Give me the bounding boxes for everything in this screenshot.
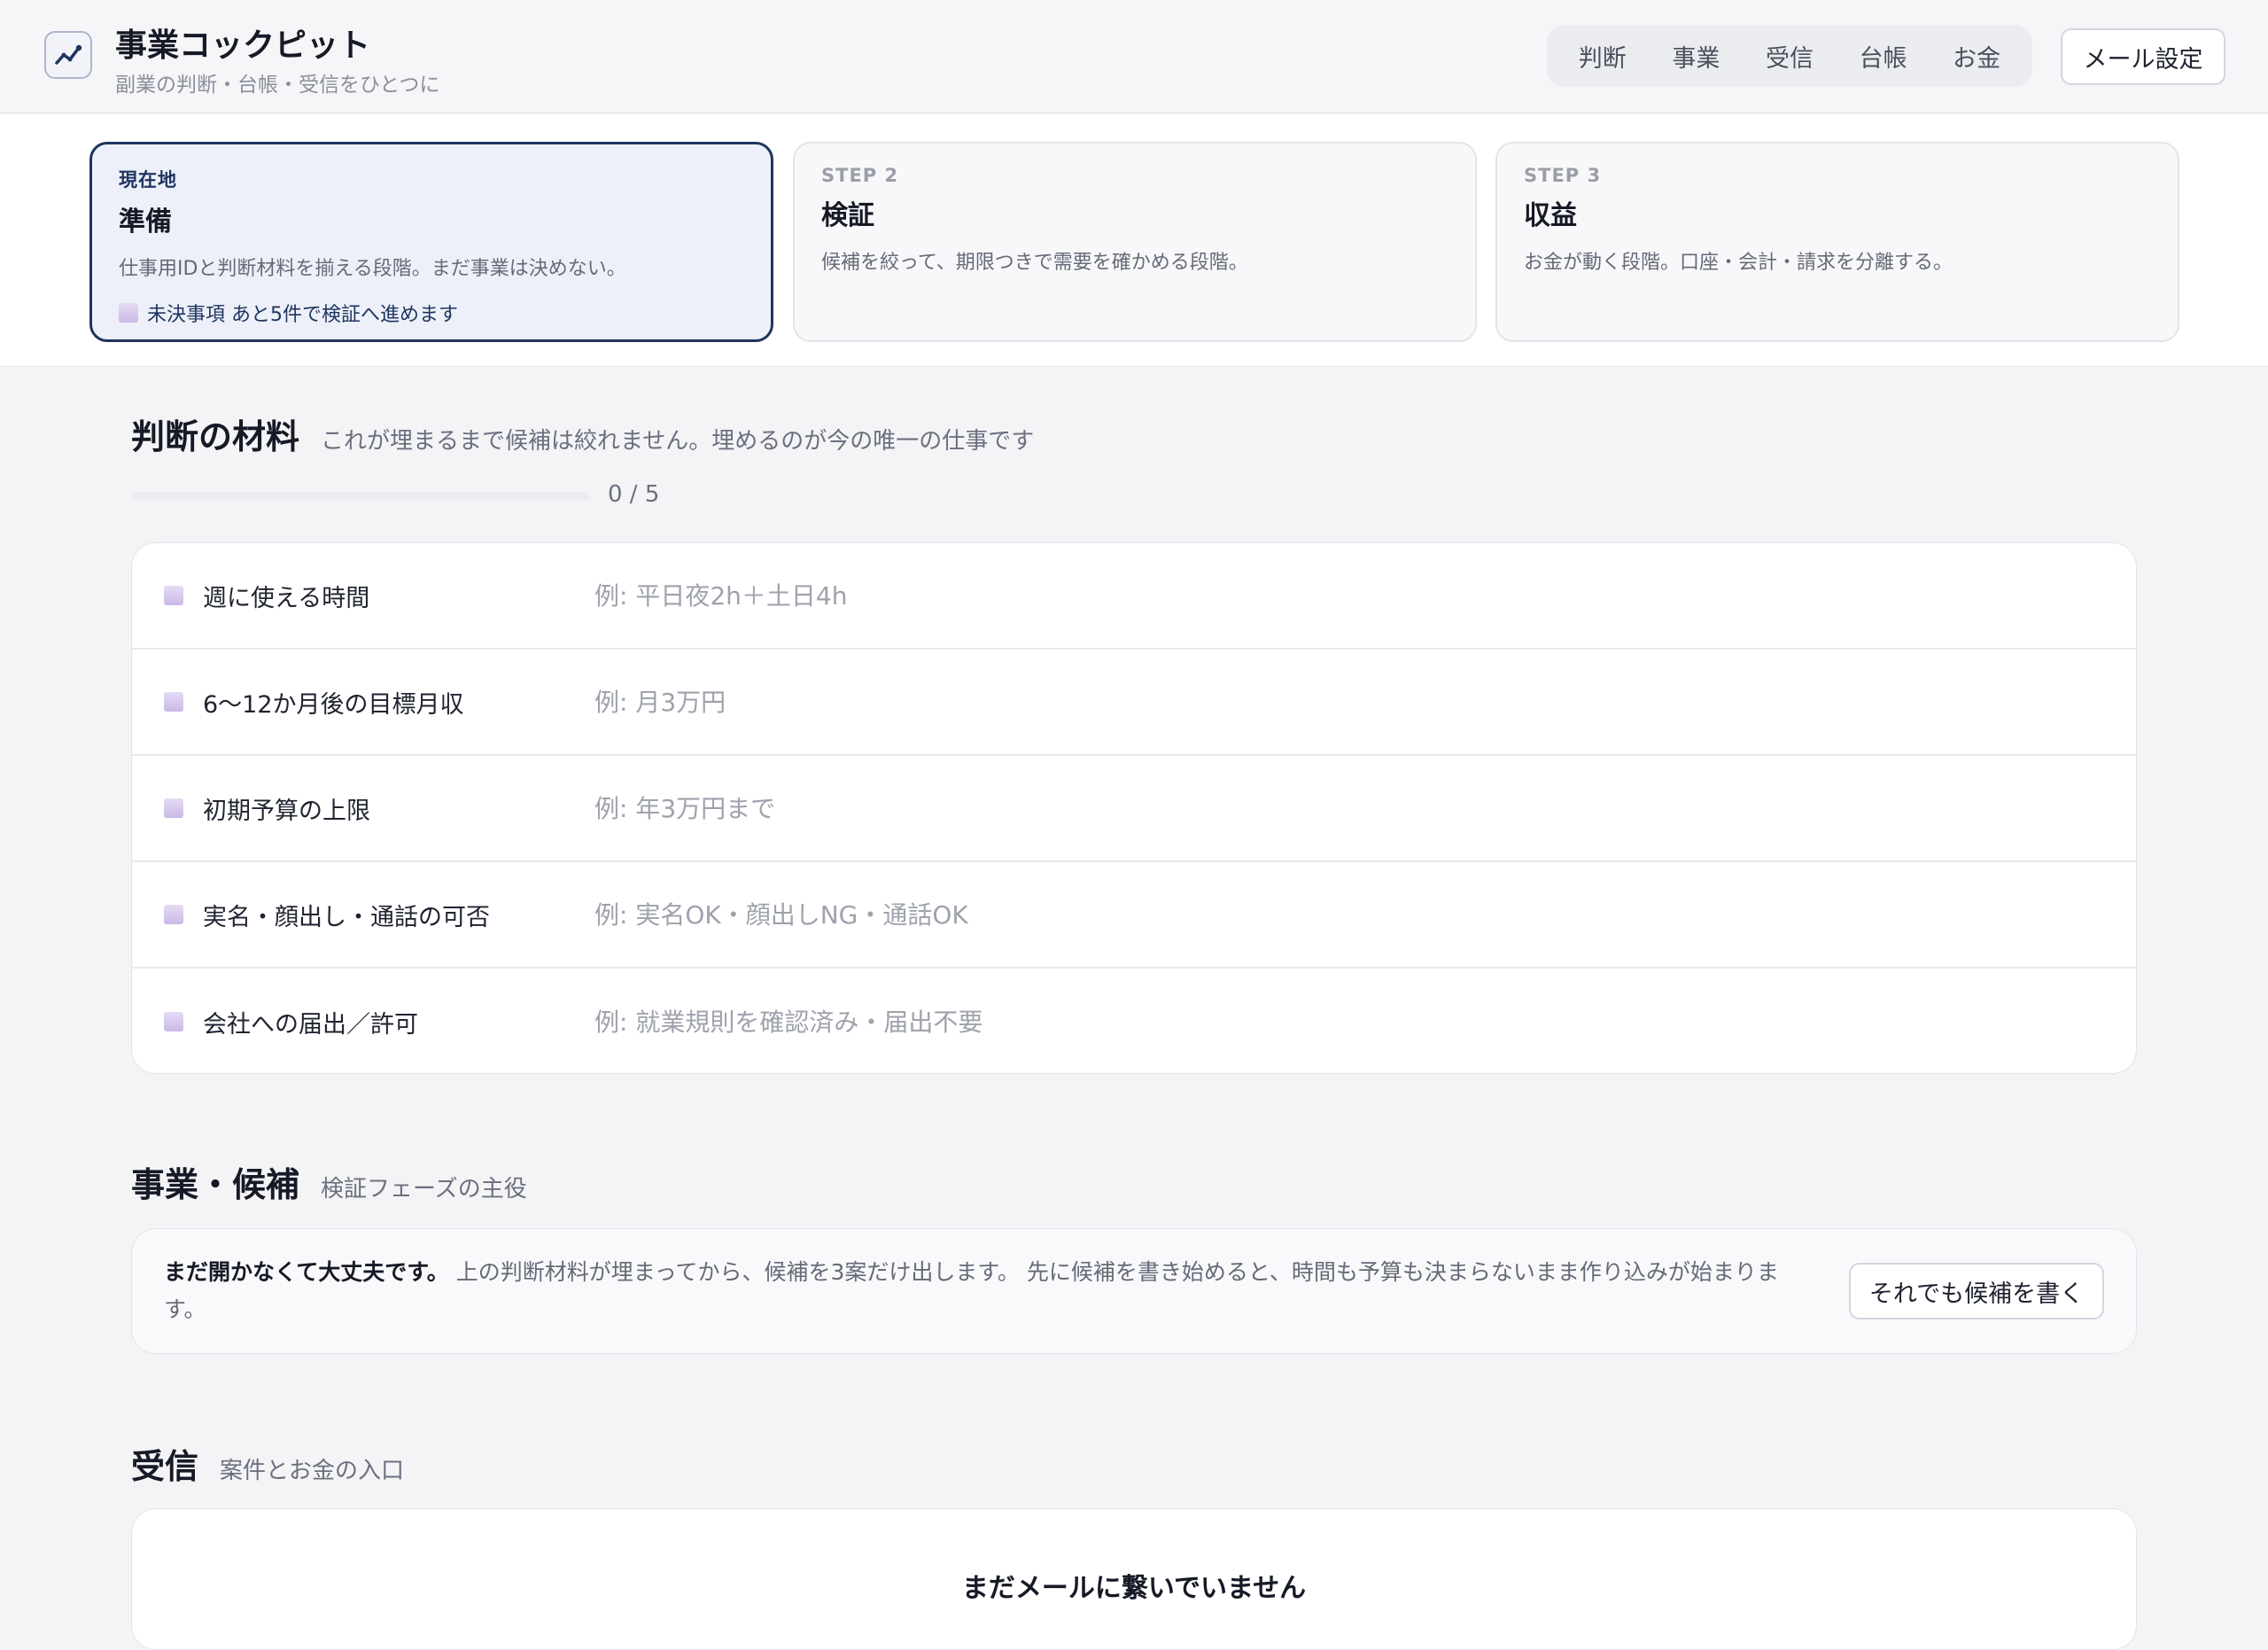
checkbox-icon[interactable]: [164, 586, 183, 605]
nav-item-ledger[interactable]: 台帳: [1849, 32, 1918, 81]
step-label: STEP 3: [1524, 165, 1602, 186]
step-current-prepare[interactable]: 現在地 準備 仕事用IDと判断材料を揃える段階。まだ事業は決めない。 未決事項 …: [89, 142, 773, 342]
criteria-label: 会社への届出／許可: [203, 1010, 418, 1039]
checkbox-icon[interactable]: [164, 798, 183, 818]
section-subtitle: 検証フェーズの主役: [321, 1176, 527, 1202]
section-subtitle: これが埋まるまで候補は絞れません。埋めるのが今の唯一の仕事です: [321, 428, 1035, 455]
step-2-verify[interactable]: STEP 2 検証 候補を絞って、期限つきで需要を確かめる段階。: [793, 142, 1477, 342]
company-permission-input[interactable]: [593, 1006, 2101, 1038]
trend-up-icon: [44, 31, 92, 79]
phase-steps: 現在地 準備 仕事用IDと判断材料を揃える段階。まだ事業は決めない。 未決事項 …: [0, 114, 2268, 367]
criteria-row: 実名・顔出し・通話の可否: [132, 862, 2136, 969]
step-3-revenue[interactable]: STEP 3 収益 お金が動く段階。口座・会計・請求を分離する。: [1495, 142, 2179, 342]
criteria-row: 初期予算の上限: [132, 756, 2136, 862]
target-income-input[interactable]: [593, 686, 2101, 718]
section-title: 事業・候補: [131, 1165, 300, 1204]
criteria-label: 初期予算の上限: [203, 797, 370, 825]
checkbox-icon[interactable]: [164, 692, 183, 712]
app-title: 事業コックピット: [115, 27, 371, 64]
checkbox-icon[interactable]: [164, 1012, 183, 1031]
step-label: 現在地: [119, 169, 177, 191]
inbox-section-header: 受信 案件とお金の入口: [131, 1439, 404, 1488]
criteria-section-header: 判断の材料 これが埋まるまで候補は絞れません。埋めるのが今の唯一の仕事です: [131, 409, 1034, 458]
identity-exposure-input[interactable]: [593, 899, 2101, 930]
budget-limit-input[interactable]: [593, 792, 2101, 824]
business-section-header: 事業・候補 検証フェーズの主役: [131, 1157, 527, 1206]
step-description: 仕事用IDと判断材料を揃える段階。まだ事業は決めない。: [119, 258, 626, 280]
nav-item-business[interactable]: 事業: [1661, 32, 1730, 81]
step-note-text: 未決事項 あと5件で検証へ進めます: [147, 304, 458, 326]
criteria-row: 会社への届出／許可: [132, 969, 2136, 1073]
step-description: 候補を絞って、期限つきで需要を確かめる段階。: [821, 252, 1248, 274]
step-name: 検証: [821, 200, 874, 231]
section-title: 受信: [131, 1447, 199, 1486]
notice-text: まだ開かなくて大丈夫です。 上の判断材料が埋まってから、候補を3案だけ出します。…: [164, 1254, 1785, 1328]
app-header: 事業コックピット 副業の判断・台帳・受信をひとつに 判断 事業 受信 台帳 お金…: [0, 0, 2268, 113]
step-name: 準備: [119, 206, 172, 237]
section-title: 判断の材料: [131, 417, 300, 456]
criteria-label: 週に使える時間: [203, 584, 370, 612]
criteria-card: 週に使える時間 6〜12か月後の目標月収 初期予算の上限 実名・顔出し・通話の可…: [131, 542, 2137, 1074]
inbox-empty-title: まだメールに繋いでいません: [961, 1573, 1307, 1604]
nav-item-money[interactable]: お金: [1942, 32, 2011, 81]
section-subtitle: 案件とお金の入口: [220, 1458, 405, 1484]
criteria-row: 週に使える時間: [132, 543, 2136, 650]
criteria-label: 実名・顔出し・通話の可否: [203, 903, 490, 931]
inbox-empty-card: まだメールに繋いでいません: [131, 1508, 2137, 1650]
step-name: 収益: [1524, 200, 1577, 231]
write-candidates-button[interactable]: それでも候補を書く: [1849, 1263, 2104, 1319]
criteria-label: 6〜12か月後の目標月収: [203, 690, 464, 719]
step-note: 未決事項 あと5件で検証へ進めます: [119, 299, 744, 327]
main-nav: 判断 事業 受信 台帳 お金: [1547, 25, 2032, 87]
criteria-progress-bar: [131, 492, 590, 501]
nav-item-inbox[interactable]: 受信: [1755, 32, 1824, 81]
criteria-row: 6〜12か月後の目標月収: [132, 650, 2136, 756]
nav-item-judgment[interactable]: 判断: [1568, 32, 1637, 81]
step-description: お金が動く段階。口座・会計・請求を分離する。: [1524, 252, 1953, 274]
step-label: STEP 2: [821, 165, 899, 186]
progress-count: 0 / 5: [608, 481, 660, 508]
mail-settings-button[interactable]: メール設定: [2061, 28, 2225, 85]
notice-bold: まだ開かなくて大丈夫です。: [164, 1259, 449, 1285]
checkbox-icon: [119, 303, 138, 323]
weekly-time-input[interactable]: [593, 580, 2101, 611]
app-subtitle: 副業の判断・台帳・受信をひとつに: [115, 74, 440, 97]
checkbox-icon[interactable]: [164, 905, 183, 924]
business-notice-card: まだ開かなくて大丈夫です。 上の判断材料が埋まってから、候補を3案だけ出します。…: [131, 1228, 2137, 1354]
